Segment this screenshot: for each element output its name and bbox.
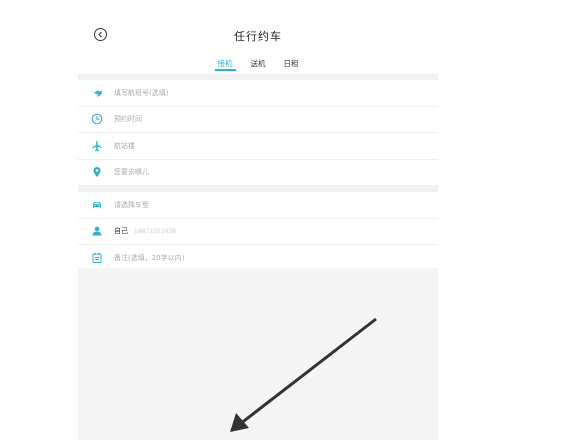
empty-content-area bbox=[78, 268, 438, 440]
passenger-label: 自己 bbox=[114, 227, 128, 236]
appointment-time-placeholder: 预约时间 bbox=[114, 115, 142, 124]
page-title: 任行约车 bbox=[234, 30, 282, 43]
tab-daily-rental[interactable]: 日租 bbox=[279, 54, 304, 68]
car-type-field[interactable]: 请选择车型 bbox=[78, 192, 438, 219]
passenger-field[interactable]: 自己 18872312438 bbox=[78, 219, 438, 245]
car-type-placeholder: 请选择车型 bbox=[114, 200, 149, 209]
flight-number-placeholder: 填写航班号(选填) bbox=[114, 88, 169, 97]
passenger-phone: 18872312438 bbox=[134, 227, 176, 235]
tab-pickup[interactable]: 接机 bbox=[213, 54, 238, 71]
remark-placeholder: 备注(选填，20字以内) bbox=[114, 253, 185, 262]
header: 任行约车 bbox=[78, 0, 438, 54]
terminal-placeholder: 航站楼 bbox=[114, 141, 135, 150]
airplane-icon bbox=[90, 139, 104, 153]
destination-placeholder: 您要去哪儿 bbox=[114, 168, 149, 177]
person-icon bbox=[90, 224, 104, 238]
notes-icon bbox=[90, 251, 104, 265]
clock-icon bbox=[90, 112, 104, 126]
terminal-field[interactable]: 航站楼 bbox=[78, 133, 438, 160]
tab-bar: 接机 送机 日租 bbox=[78, 54, 438, 74]
destination-field[interactable]: 您要去哪儿 bbox=[78, 160, 438, 186]
bird-icon bbox=[90, 86, 104, 100]
flight-number-field[interactable]: 填写航班号(选填) bbox=[78, 80, 438, 107]
app-screen: 任行约车 接机 送机 日租 填写航班号(选填) 预约时间 航站楼 您要去哪儿 请… bbox=[78, 0, 438, 440]
appointment-time-field[interactable]: 预约时间 bbox=[78, 107, 438, 133]
tab-dropoff[interactable]: 送机 bbox=[246, 54, 271, 68]
car-icon bbox=[90, 198, 104, 212]
location-pin-icon bbox=[90, 165, 104, 179]
